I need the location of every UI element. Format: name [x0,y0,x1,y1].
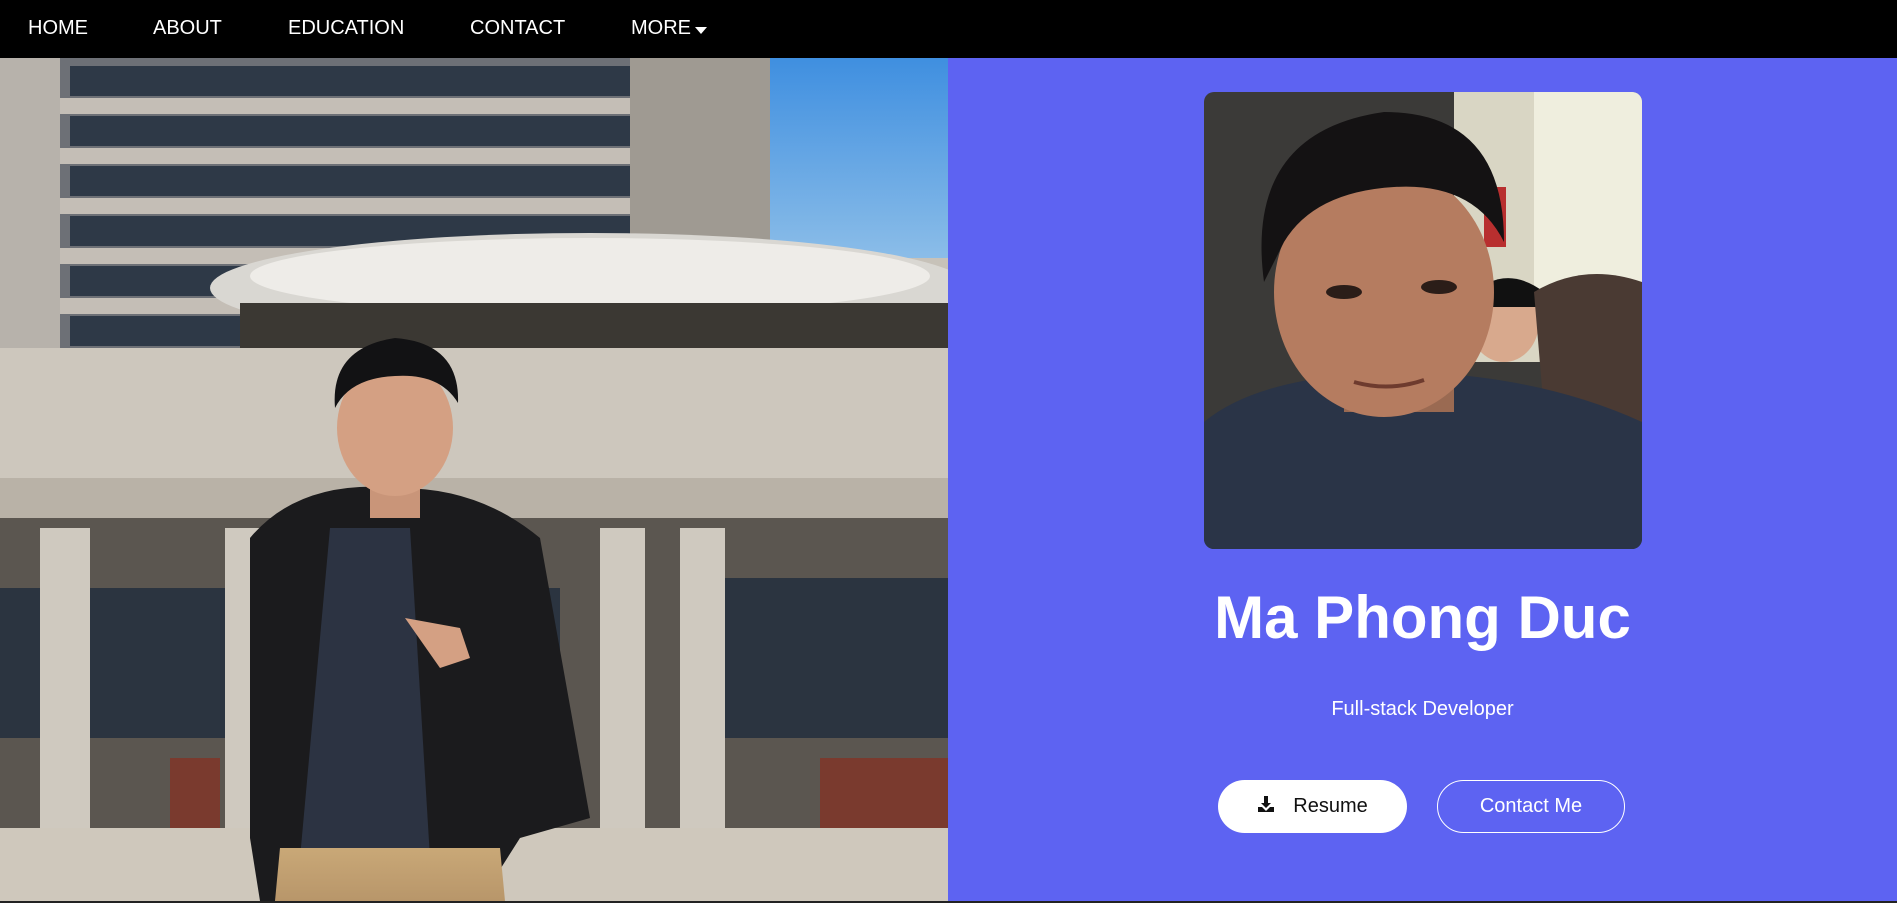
contact-me-button[interactable]: Contact Me [1437,780,1625,833]
nav-education[interactable]: EDUCATION [288,0,404,58]
resume-button-label: Resume [1293,795,1368,817]
contact-me-button-label: Contact Me [1479,795,1583,817]
nav-contact[interactable]: CONTACT [470,0,565,58]
city-hall-photo [0,58,948,901]
profile-portrait [1204,92,1642,549]
resume-button[interactable]: Resume [1218,780,1407,833]
nav-about[interactable]: ABOUT [153,0,222,58]
caret-down-icon [695,1,707,57]
nav-more-dropdown[interactable]: MORE [631,0,707,58]
profile-photo [1204,92,1642,549]
profile-name: Ma Phong Duc [1214,584,1631,651]
profile-panel: Ma Phong Duc Full-stack Developer Resume… [948,58,1897,901]
top-navbar: HOME ABOUT EDUCATION CONTACT MORE [0,0,1897,58]
download-icon [1257,795,1275,819]
nav-home[interactable]: HOME [28,0,88,58]
profile-role: Full-stack Developer [1331,698,1514,720]
hero-background-photo [0,58,948,901]
nav-more-label: MORE [631,17,691,39]
